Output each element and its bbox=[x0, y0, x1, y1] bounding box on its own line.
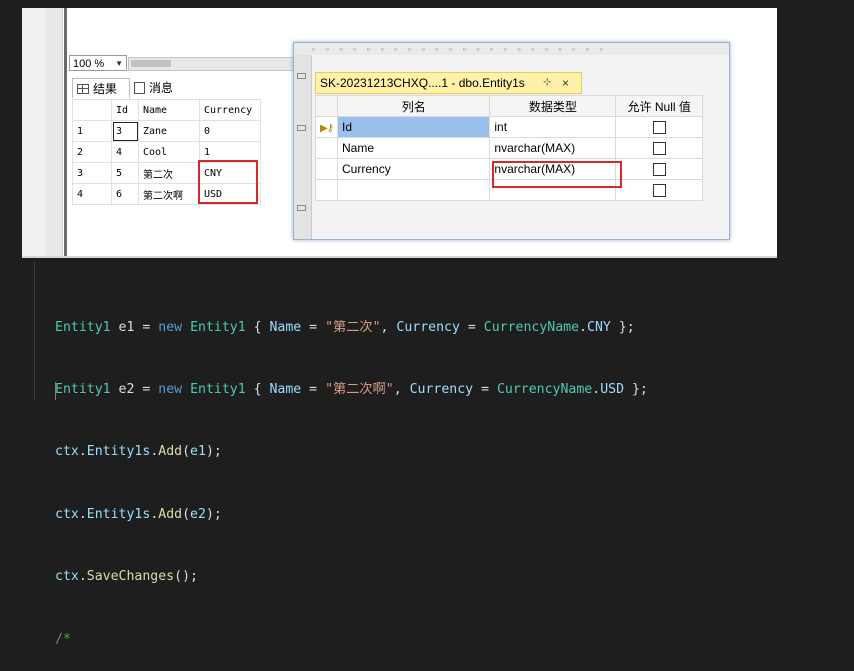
messages-icon bbox=[134, 82, 145, 94]
cell-column-name[interactable] bbox=[337, 179, 491, 201]
chevron-down-icon: ▼ bbox=[115, 59, 123, 68]
column-header-data-type: 数据类型 bbox=[489, 95, 617, 117]
horizontal-scrollbar[interactable] bbox=[128, 57, 310, 71]
code-line-6: /* bbox=[55, 631, 71, 647]
results-header-row: Id Name Currency bbox=[72, 99, 261, 121]
close-icon[interactable]: × bbox=[562, 73, 569, 93]
highlight-box-currency-values bbox=[198, 160, 258, 204]
cell-id[interactable]: 5 bbox=[111, 162, 139, 184]
cell-column-name[interactable]: Name bbox=[337, 137, 491, 159]
zoom-select[interactable]: 100 % ▼ bbox=[69, 55, 127, 71]
editor-top-strip bbox=[0, 0, 854, 8]
cell-allow-null[interactable] bbox=[615, 116, 703, 138]
allow-null-checkbox[interactable] bbox=[652, 142, 666, 156]
allow-null-checkbox[interactable] bbox=[652, 121, 666, 135]
code-line-5: ctx.SaveChanges(); bbox=[55, 569, 198, 585]
grid-icon bbox=[77, 84, 89, 94]
cell-id[interactable]: 4 bbox=[111, 141, 139, 163]
highlight-box-currency-type bbox=[492, 161, 622, 188]
text-cursor bbox=[55, 382, 56, 400]
cell-allow-null[interactable] bbox=[615, 179, 703, 201]
cell-data-type[interactable]: nvarchar(MAX) bbox=[489, 137, 617, 159]
cell-id[interactable]: 6 bbox=[111, 183, 139, 205]
cell-column-name[interactable]: Currency bbox=[337, 158, 491, 180]
column-header-column-name: 列名 bbox=[337, 95, 491, 117]
tab-messages-label: 消息 bbox=[149, 81, 174, 95]
cell-id[interactable]: 3 bbox=[111, 120, 139, 142]
cell-allow-null[interactable] bbox=[615, 158, 703, 180]
code-line-4: ctx.Entity1s.Add(e2); bbox=[55, 506, 222, 522]
code-line-2: Entity1 e2 = new Entity1 { Name = "第二次啊"… bbox=[55, 381, 648, 397]
pin-icon[interactable]: ⊹ bbox=[543, 73, 551, 93]
code-line-1: Entity1 e1 = new Entity1 { Name = "第二次",… bbox=[55, 319, 635, 335]
row-selector[interactable] bbox=[314, 158, 339, 180]
cell-allow-null[interactable] bbox=[615, 137, 703, 159]
row-selector[interactable] bbox=[314, 179, 339, 201]
cell-currency[interactable]: 0 bbox=[199, 120, 261, 142]
code-editor[interactable]: Entity1 e1 = new Entity1 { Name = "第二次",… bbox=[55, 276, 648, 671]
object-explorer-edge bbox=[22, 8, 47, 256]
row-selector[interactable] bbox=[314, 137, 339, 159]
cell-name[interactable]: Zane bbox=[138, 120, 200, 142]
table-row[interactable]: Name nvarchar(MAX) bbox=[314, 137, 703, 159]
allow-null-checkbox[interactable] bbox=[652, 163, 666, 177]
panel-marker-icon bbox=[297, 125, 306, 131]
grid-header-row: 列名 数据类型 允许 Null 值 bbox=[314, 95, 703, 117]
document-tab-title: SK-20231213CHXQ....1 - dbo.Entity1s bbox=[320, 76, 525, 90]
row-number[interactable]: 1 bbox=[72, 120, 112, 142]
code-line-3: ctx.Entity1s.Add(e1); bbox=[55, 444, 222, 460]
row-number[interactable]: 4 bbox=[72, 183, 112, 205]
row-number[interactable]: 2 bbox=[72, 141, 112, 163]
indent-guide bbox=[34, 262, 35, 401]
table-designer-window: ▫ ▫ ▫ ▫ ▫ ▫ ▫ ▫ ▫ ▫ ▫ ▫ ▫ ▫ ▫ ▫ ▫ ▫ ▫ ▫ … bbox=[293, 42, 730, 240]
designer-document-tab[interactable]: SK-20231213CHXQ....1 - dbo.Entity1s ⊹ × bbox=[315, 72, 582, 94]
tab-results-label: 结果 bbox=[93, 82, 118, 96]
row-selector[interactable]: ▶⚷ bbox=[314, 116, 339, 138]
allow-null-checkbox[interactable] bbox=[652, 184, 666, 198]
splitter[interactable] bbox=[64, 8, 67, 256]
cell-column-name[interactable]: Id bbox=[337, 116, 491, 138]
vertical-scrollbar[interactable] bbox=[46, 8, 63, 256]
row-number[interactable]: 3 bbox=[72, 162, 112, 184]
ssms-screenshot: 100 % ▼ 结果 消息 Id Name Currency 1 3 Zane … bbox=[22, 8, 777, 256]
column-header-allow-null: 允许 Null 值 bbox=[615, 95, 703, 117]
zoom-value: 100 % bbox=[73, 58, 105, 70]
editor-right-band bbox=[777, 0, 854, 262]
cell-data-type[interactable]: int bbox=[489, 116, 617, 138]
primary-key-icon: ▶⚷ bbox=[320, 123, 334, 134]
column-header-name[interactable]: Name bbox=[138, 99, 200, 121]
row-selector-header bbox=[314, 95, 339, 117]
cell-name[interactable]: Cool bbox=[138, 141, 200, 163]
column-header-currency[interactable]: Currency bbox=[199, 99, 261, 121]
tab-messages[interactable]: 消息 bbox=[130, 78, 186, 98]
table-row[interactable]: 1 3 Zane 0 bbox=[72, 120, 261, 142]
cell-name[interactable]: 第二次 bbox=[138, 162, 200, 184]
table-row[interactable]: ▶⚷ Id int bbox=[314, 116, 703, 138]
row-header-corner[interactable] bbox=[72, 99, 112, 121]
scrollbar-thumb[interactable] bbox=[131, 60, 171, 67]
cell-name[interactable]: 第二次啊 bbox=[138, 183, 200, 205]
column-header-id[interactable]: Id bbox=[111, 99, 139, 121]
tab-results[interactable]: 结果 bbox=[72, 78, 130, 98]
designer-side-strip bbox=[294, 55, 312, 239]
designer-toolbar: ▫ ▫ ▫ ▫ ▫ ▫ ▫ ▫ ▫ ▫ ▫ ▫ ▫ ▫ ▫ ▫ ▫ ▫ ▫ ▫ … bbox=[294, 43, 729, 55]
screenshot-bottom-edge bbox=[22, 256, 777, 258]
panel-marker-icon bbox=[297, 205, 306, 211]
panel-marker-icon bbox=[297, 73, 306, 79]
